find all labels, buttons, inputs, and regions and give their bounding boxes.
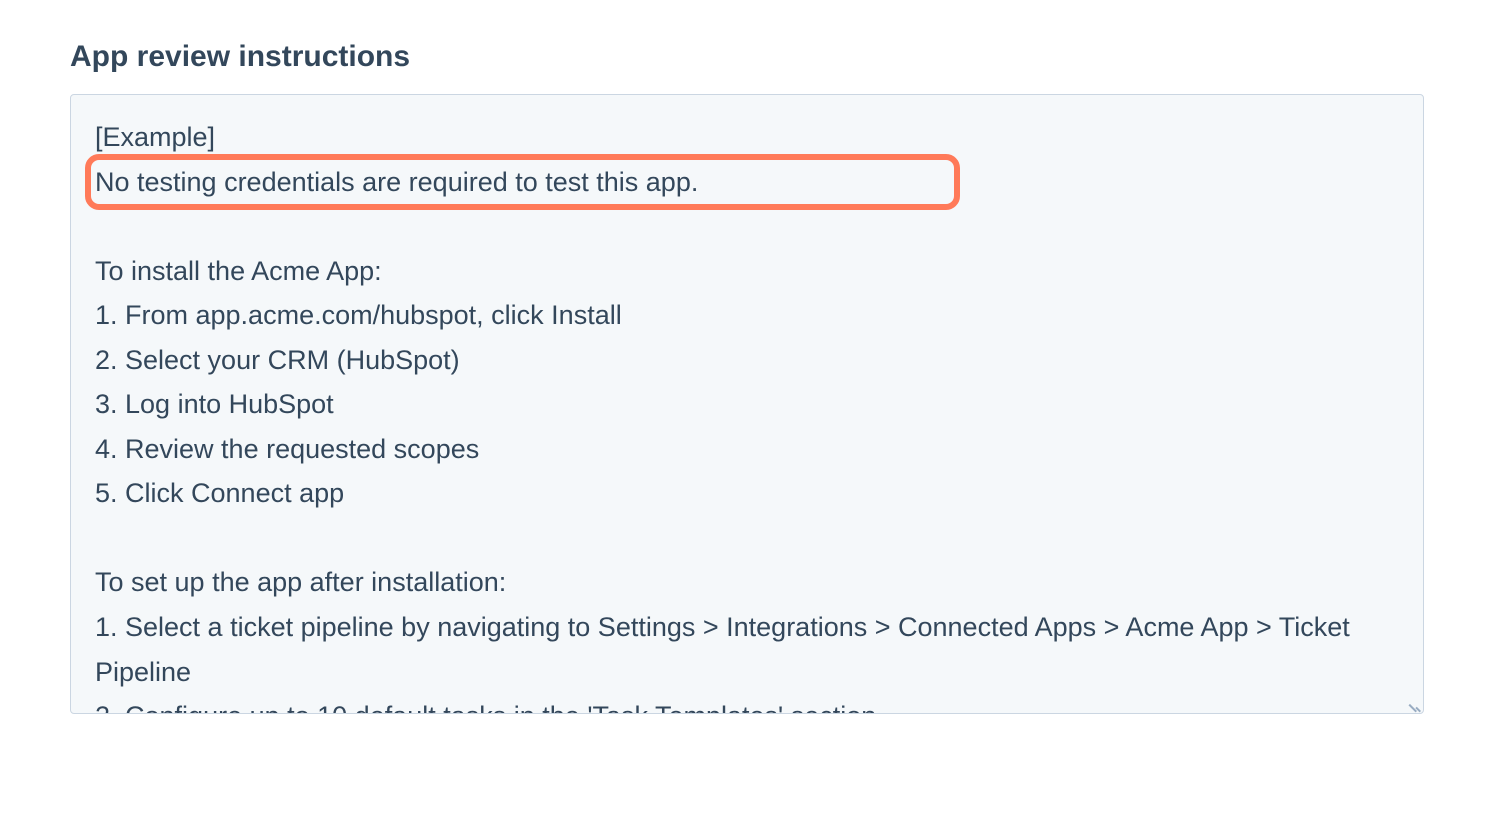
section-heading: App review instructions (70, 40, 1424, 74)
textarea-content: [Example] No testing credentials are req… (95, 115, 1399, 714)
resize-handle-icon (1407, 697, 1421, 711)
review-instructions-textarea[interactable]: [Example] No testing credentials are req… (70, 94, 1424, 714)
